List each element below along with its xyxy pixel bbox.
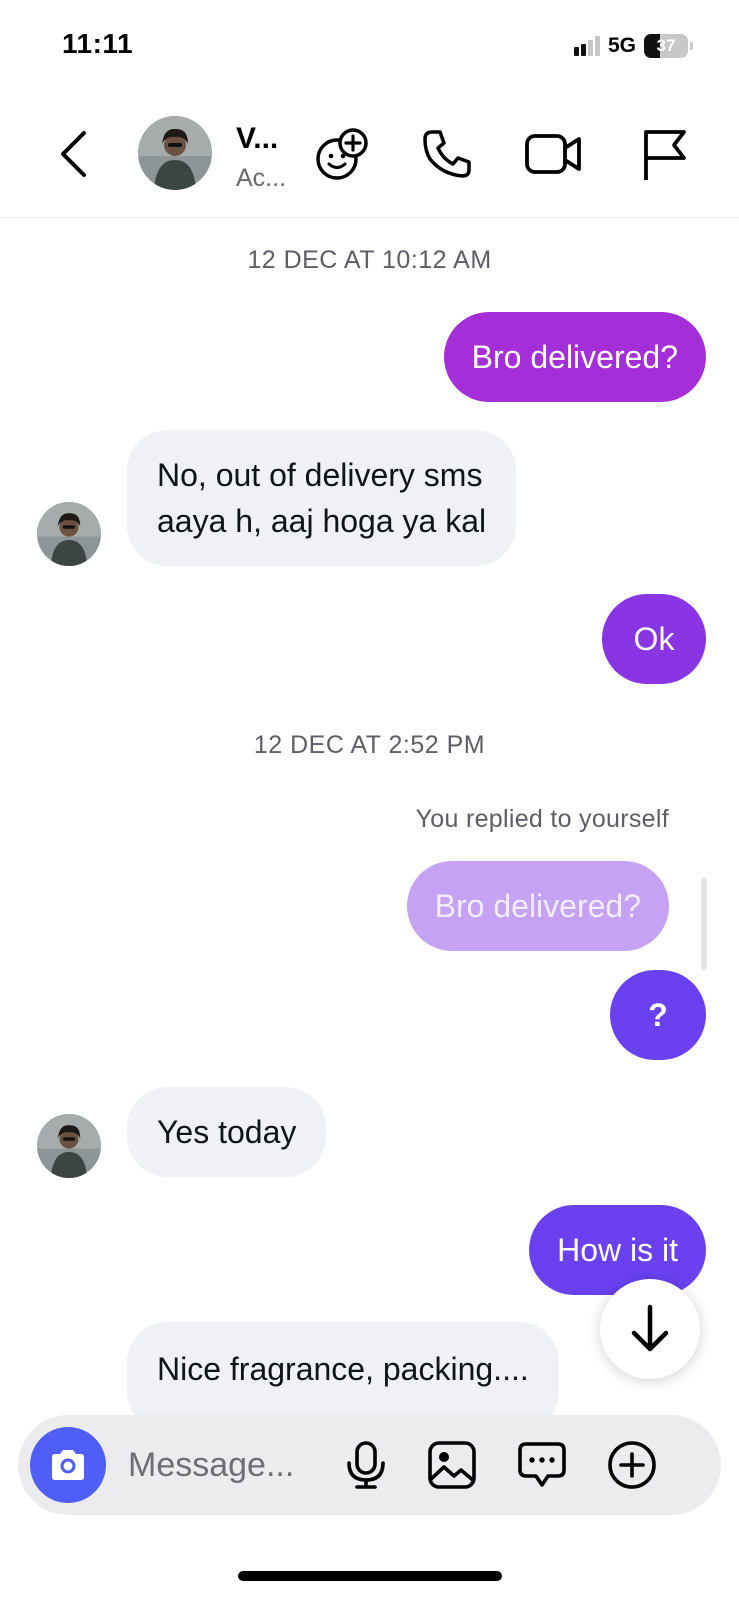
camera-button[interactable] (30, 1427, 106, 1503)
sender-avatar[interactable] (37, 502, 101, 566)
reply-context-label: You replied to yourself (415, 805, 669, 833)
message-timestamp: 12 DEC AT 10:12 AM (247, 246, 492, 274)
chat-header: V... Ac... (0, 100, 739, 218)
contact-status: Ac... (236, 164, 287, 192)
message-composer (18, 1415, 721, 1515)
report-button[interactable] (632, 122, 696, 186)
chevron-left-icon (61, 131, 86, 177)
message-input[interactable] (128, 1437, 333, 1493)
plus-circle-icon (608, 1441, 656, 1489)
outgoing-message[interactable]: Ok (602, 594, 706, 684)
sticker-button[interactable] (512, 1435, 572, 1495)
outgoing-message[interactable]: Bro delivered? (443, 312, 706, 402)
video-call-button[interactable] (522, 122, 586, 186)
battery-level: 37 (656, 36, 676, 55)
gallery-button[interactable] (422, 1435, 482, 1495)
contact-name[interactable]: V... (236, 122, 296, 156)
message-timestamp: 12 DEC AT 2:52 PM (253, 731, 486, 759)
network-label: 5G (607, 34, 636, 57)
microphone-icon (347, 1441, 385, 1489)
status-bar: 11:11 5G 37 (0, 0, 739, 100)
back-button[interactable] (50, 124, 96, 184)
voice-message-button[interactable] (336, 1435, 396, 1495)
more-options-button[interactable] (602, 1435, 662, 1495)
quoted-message[interactable]: Bro delivered? (406, 861, 669, 951)
scroll-to-bottom-button[interactable] (600, 1279, 700, 1379)
audio-call-button[interactable] (415, 122, 479, 186)
outgoing-message[interactable]: How is it (529, 1205, 706, 1295)
video-camera-icon (525, 134, 581, 174)
incoming-message-line: aaya h, aaj hoga ya kal (157, 503, 487, 539)
chat-bubble-icon (518, 1442, 566, 1487)
camera-icon (52, 1450, 84, 1480)
avatar-image (37, 502, 101, 566)
avatar-image (138, 116, 212, 190)
incoming-message[interactable]: Yes today (127, 1087, 327, 1177)
status-time: 11:11 (62, 28, 134, 59)
battery-icon: 37 (644, 34, 688, 58)
outgoing-message[interactable]: ? (610, 970, 706, 1060)
sticker-add-icon (316, 128, 368, 180)
incoming-message[interactable]: No, out of delivery sms aaya h, aaj hoga… (127, 430, 517, 566)
scrollbar[interactable] (701, 878, 707, 970)
incoming-message-line: No, out of delivery sms (157, 457, 483, 493)
signal-icon (573, 36, 600, 56)
phone-icon (423, 130, 471, 178)
effects-button[interactable] (310, 122, 374, 186)
arrow-down-icon (631, 1304, 669, 1352)
flag-icon (644, 130, 686, 180)
image-icon (428, 1441, 476, 1489)
battery-tip (690, 42, 693, 50)
home-indicator (238, 1571, 502, 1581)
avatar-image (37, 1114, 101, 1178)
status-indicators: 5G 37 (573, 34, 693, 58)
contact-avatar[interactable] (138, 116, 212, 190)
sender-avatar[interactable] (37, 1114, 101, 1178)
